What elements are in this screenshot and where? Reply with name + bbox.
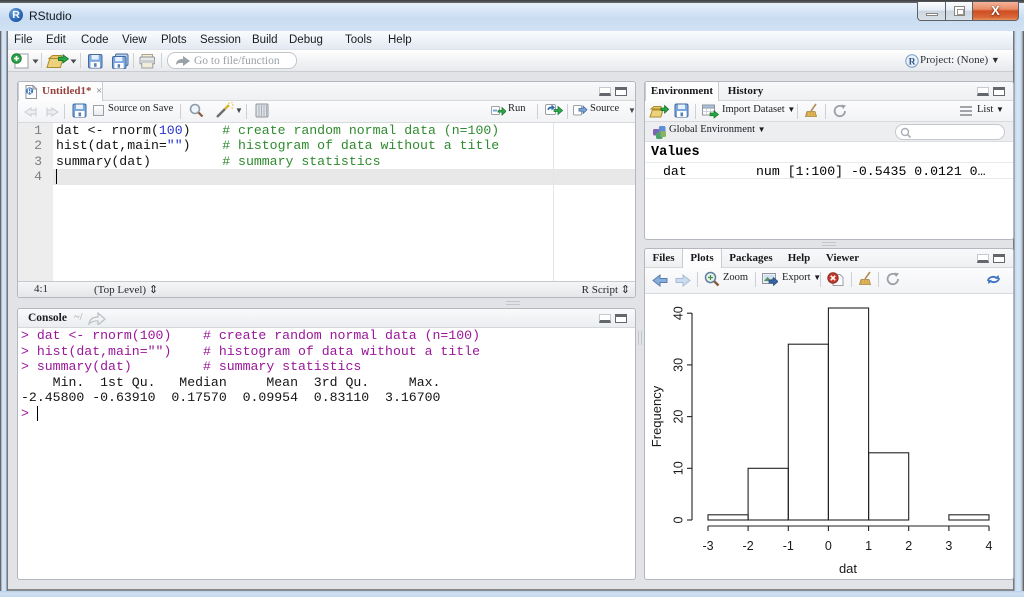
svg-text:Frequency: Frequency <box>649 385 664 447</box>
svg-text:0: 0 <box>671 516 685 523</box>
svg-text:2: 2 <box>905 539 912 553</box>
svg-text:20: 20 <box>671 410 685 424</box>
svg-text:4: 4 <box>986 539 993 553</box>
svg-text:-1: -1 <box>783 539 794 553</box>
svg-text:dat: dat <box>839 561 857 576</box>
svg-text:3: 3 <box>945 539 952 553</box>
svg-text:30: 30 <box>671 358 685 372</box>
svg-text:1: 1 <box>865 539 872 553</box>
svg-text:40: 40 <box>671 306 685 320</box>
svg-text:-2: -2 <box>743 539 754 553</box>
svg-text:R: R <box>909 58 916 68</box>
svg-text:0: 0 <box>825 539 832 553</box>
svg-text:10: 10 <box>671 461 685 475</box>
svg-text:-3: -3 <box>702 539 713 553</box>
